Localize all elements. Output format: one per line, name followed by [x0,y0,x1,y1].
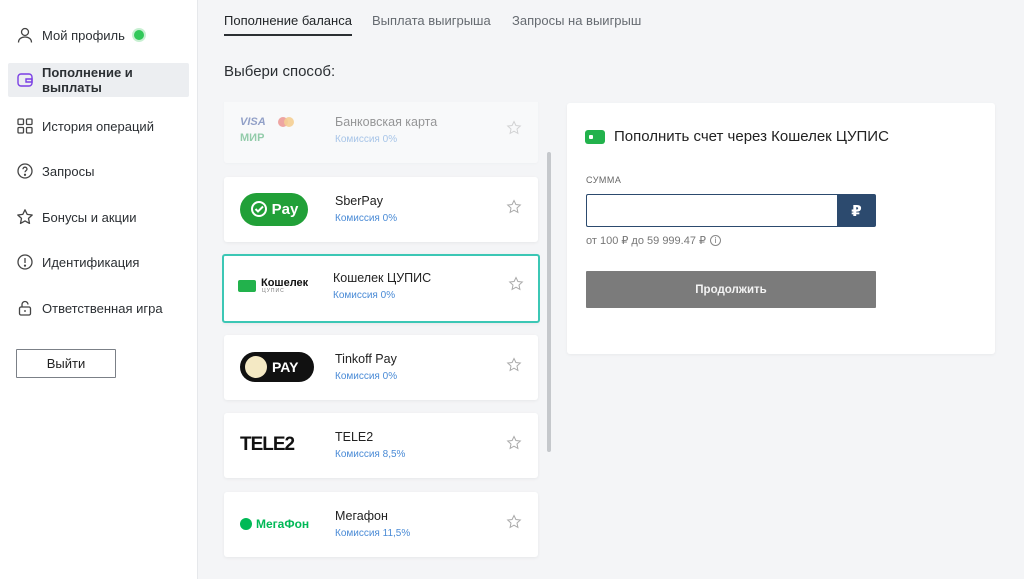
user-icon [16,26,34,44]
payment-methods-list: VISA МИР Банковская карта Комиссия 0% Pa… [222,102,540,579]
favorite-star-icon[interactable] [506,120,522,136]
method-fee: Комиссия 11,5% [335,528,411,539]
sidebar-item-label: Идентификация [42,254,140,270]
methods-scrollbar[interactable] [547,152,551,452]
method-name: Кошелек ЦУПИС [333,271,432,285]
favorite-star-icon[interactable] [506,199,522,215]
exclamation-icon [16,253,34,271]
wallet-icon [585,129,605,144]
online-status-dot [133,30,144,40]
sidebar-item-profile[interactable]: Мой профиль [8,18,189,52]
sidebar-item-label: История операций [42,118,154,134]
method-name: Банковская карта [335,115,438,129]
info-icon[interactable]: i [710,235,722,246]
sidebar-item-label: Запросы [42,163,95,179]
tele2-logo: TELE2 [240,434,295,455]
method-sberpay[interactable]: Pay SberPay Комиссия 0% [224,177,538,242]
method-megafon[interactable]: МегаФон Мегафон Комиссия 11,5% [224,492,538,557]
lock-icon [16,299,34,317]
sidebar-item-responsible-gaming[interactable]: Ответственная игра [8,291,189,325]
question-icon [16,162,34,180]
method-fee: Комиссия 0% [335,213,398,224]
tab-payout[interactable]: Выплата выигрыша [372,13,491,34]
sidebar-item-deposits-payouts[interactable]: Пополнение и выплаты [8,63,189,97]
method-fee: Комиссия 0% [335,134,398,145]
method-fee: Комиссия 8,5% [335,449,406,460]
method-name: Мегафон [335,509,388,523]
sidebar-item-requests[interactable]: Запросы [8,154,189,188]
tinkoff-pay-logo: PAY [240,349,320,385]
amount-input[interactable] [586,194,838,227]
megafon-emblem-icon [240,518,252,530]
deposit-panel: Пополнить счет через Кошелек ЦУПИС СУММА… [567,103,995,354]
sidebar-item-label: Ответственная игра [42,300,163,316]
method-tele2[interactable]: TELE2 TELE2 Комиссия 8,5% [224,413,538,478]
method-cupis-wallet[interactable]: Кошелек ЦУПИС Кошелек ЦУПИС Комиссия 0% [222,254,540,323]
tab-payout-requests[interactable]: Запросы на выигрыш [512,13,641,34]
method-name: SberPay [335,194,383,208]
panel-title: Пополнить счет через Кошелек ЦУПИС [585,128,889,145]
sidebar: Мой профиль Пополнение и выплаты История… [0,0,198,579]
favorite-star-icon[interactable] [508,276,524,292]
sidebar-item-identification[interactable]: Идентификация [8,245,189,279]
visa-mir-logo: VISA МИР [240,112,320,148]
currency-button[interactable]: ₽ [837,194,876,227]
cupis-logo: Кошелек ЦУПИС [238,268,318,304]
method-name: TELE2 [335,430,374,444]
sidebar-item-label: Пополнение и выплаты [42,65,133,95]
section-title: Выбери способ: [224,63,336,80]
method-tinkoff-pay[interactable]: PAY Tinkoff Pay Комиссия 0% [224,335,538,400]
megafon-logo: МегаФон [240,506,320,542]
continue-button[interactable]: Продолжить [586,271,876,308]
amount-range: от 100 ₽ до 59 999.47 ₽ i [586,234,722,247]
favorite-star-icon[interactable] [506,357,522,373]
sidebar-item-bonuses[interactable]: Бонусы и акции [8,200,189,234]
sidebar-item-label: Бонусы и акции [42,209,137,225]
method-name: Tinkoff Pay [335,352,397,366]
sidebar-item-history[interactable]: История операций [8,109,189,143]
method-bank-card[interactable]: VISA МИР Банковская карта Комиссия 0% [224,102,538,163]
logout-button[interactable]: Выйти [16,349,116,378]
method-fee: Комиссия 0% [333,290,396,301]
tab-deposit[interactable]: Пополнение баланса [224,13,352,36]
amount-label: СУММА [586,175,622,185]
method-fee: Комиссия 0% [335,371,398,382]
sidebar-item-label: Мой профиль [42,27,125,43]
wallet-icon [16,71,34,89]
star-icon [16,208,34,226]
tinkoff-emblem-icon [245,356,267,378]
favorite-star-icon[interactable] [506,435,522,451]
favorite-star-icon[interactable] [506,514,522,530]
sberpay-logo: Pay [240,191,320,227]
grid-icon [16,117,34,135]
